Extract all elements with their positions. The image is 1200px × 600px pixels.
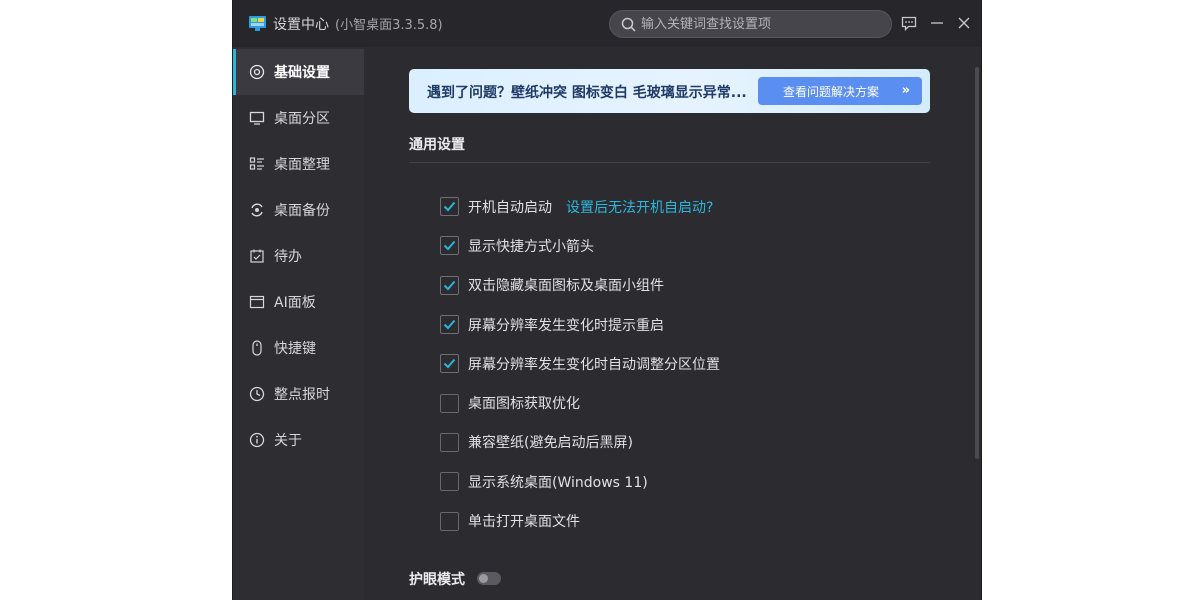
sidebar-item-label: 桌面分区 (274, 111, 330, 127)
divider (409, 162, 930, 163)
checkbox-unchecked[interactable] (440, 472, 459, 492)
option-label: 兼容壁纸(避免启动后黑屏) (468, 435, 633, 452)
general-options-list: 开机自动启动 设置后无法开机自启动? 显示快捷方式小箭头 双击隐藏桌面图标及桌面… (440, 187, 720, 541)
option-label: 单击打开桌面文件 (468, 514, 580, 531)
checkbox-checked[interactable] (440, 236, 459, 256)
option-show-shortcut-arrow[interactable]: 显示快捷方式小箭头 (440, 226, 720, 265)
backup-icon (251, 203, 263, 217)
section-title-general: 通用设置 (409, 137, 465, 153)
option-label: 显示快捷方式小箭头 (468, 238, 594, 255)
close-icon[interactable] (955, 14, 973, 32)
app-version: (小智桌面3.3.5.8) (335, 18, 443, 33)
sidebar-item-about[interactable]: 关于 (233, 417, 364, 463)
option-label: 屏幕分辨率发生变化时提示重启 (468, 317, 664, 334)
option-auto-start[interactable]: 开机自动启动 设置后无法开机自启动? (440, 187, 720, 226)
organize-list-icon (249, 157, 264, 170)
checkmark-icon (443, 319, 456, 330)
sidebar-item-label: 整点报时 (274, 387, 330, 403)
settings-circle-icon (249, 64, 265, 80)
checkbox-checked[interactable] (440, 315, 459, 335)
panel-icon (249, 295, 265, 309)
sidebar-item-label: 桌面整理 (274, 157, 330, 173)
sidebar-item-hourly-chime[interactable]: 整点报时 (233, 371, 364, 417)
checkbox-unchecked[interactable] (440, 432, 459, 452)
sidebar-item-todo[interactable]: 待办 (233, 233, 364, 279)
checkbox-checked[interactable] (440, 275, 459, 295)
settings-window: 设置中心 (小智桌面3.3.5.8) 基础设置 (232, 0, 982, 600)
banner-text: 遇到了问题？壁纸冲突 图标变白 毛玻璃显示异常... (427, 85, 747, 101)
option-label: 屏幕分辨率发生变化时自动调整分区位置 (468, 356, 720, 373)
search-box[interactable] (609, 10, 892, 38)
option-label: 桌面图标获取优化 (468, 396, 580, 413)
calendar-check-icon (250, 249, 264, 263)
option-double-click-hide[interactable]: 双击隐藏桌面图标及桌面小组件 (440, 266, 720, 305)
checkmark-icon (443, 359, 456, 369)
sidebar-item-basic-settings[interactable]: 基础设置 (233, 49, 364, 95)
option-label: 显示系统桌面(Windows 11) (468, 474, 648, 491)
sidebar-item-label: 待办 (274, 249, 302, 265)
window-title: 设置中心 (小智桌面3.3.5.8) (273, 14, 443, 34)
app-logo-icon (249, 16, 266, 31)
option-single-click-open[interactable]: 单击打开桌面文件 (440, 501, 720, 540)
checkbox-checked[interactable] (440, 354, 459, 374)
info-icon (249, 432, 265, 448)
option-wallpaper-compat[interactable]: 兼容壁纸(避免启动后黑屏) (440, 423, 720, 462)
checkmark-icon (443, 280, 456, 291)
checkmark-icon (443, 241, 456, 251)
toggle-knob (479, 574, 488, 583)
option-show-system-desktop[interactable]: 显示系统桌面(Windows 11) (440, 462, 720, 501)
sidebar-item-ai-panel[interactable]: AI面板 (233, 279, 364, 325)
monitor-icon (249, 111, 265, 125)
title-bar: 设置中心 (小智桌面3.3.5.8) (233, 0, 981, 47)
option-label: 双击隐藏桌面图标及桌面小组件 (468, 278, 664, 295)
minimize-icon[interactable] (928, 14, 946, 32)
sidebar-item-label: 基础设置 (274, 65, 330, 81)
section-title-eye-mode: 护眼模式 (409, 572, 465, 588)
mouse-icon (252, 340, 262, 356)
eye-mode-toggle[interactable] (477, 572, 501, 585)
help-banner: 遇到了问题？壁纸冲突 图标变白 毛玻璃显示异常... 查看问题解决方案 » (409, 69, 930, 113)
option-resolution-restart-prompt[interactable]: 屏幕分辨率发生变化时提示重启 (440, 305, 720, 344)
main-content: 遇到了问题？壁纸冲突 图标变白 毛玻璃显示异常... 查看问题解决方案 » 通用… (365, 47, 981, 600)
option-icon-fetch-optimize[interactable]: 桌面图标获取优化 (440, 383, 720, 422)
option-resolution-auto-adjust[interactable]: 屏幕分辨率发生变化时自动调整分区位置 (440, 344, 720, 383)
checkbox-unchecked[interactable] (440, 393, 459, 413)
sidebar-item-label: 快捷键 (274, 341, 316, 357)
sidebar-item-label: 桌面备份 (274, 203, 330, 219)
checkbox-unchecked[interactable] (440, 511, 459, 531)
sidebar-item-desktop-partition[interactable]: 桌面分区 (233, 95, 364, 141)
view-solutions-button[interactable]: 查看问题解决方案 » (758, 77, 922, 105)
sidebar-item-shortcuts[interactable]: 快捷键 (233, 325, 364, 371)
sidebar-item-label: 关于 (274, 433, 302, 449)
checkmark-icon (443, 201, 456, 212)
search-input[interactable] (641, 11, 881, 37)
sidebar: 基础设置 桌面分区 桌面整理 桌面备份 待办 AI面板 快捷键 整点报时 关于 (233, 47, 364, 600)
banner-button-label: 查看问题解决方案 (783, 84, 880, 99)
sidebar-item-desktop-backup[interactable]: 桌面备份 (233, 187, 364, 233)
clock-icon (249, 386, 265, 402)
window-title-text: 设置中心 (273, 17, 329, 33)
option-label: 开机自动启动 (468, 199, 552, 216)
sidebar-item-desktop-organize[interactable]: 桌面整理 (233, 141, 364, 187)
checkbox-checked[interactable] (440, 197, 459, 217)
auto-start-help-link[interactable]: 设置后无法开机自启动? (566, 197, 713, 217)
vertical-scrollbar[interactable] (975, 67, 979, 459)
sidebar-item-label: AI面板 (274, 295, 316, 311)
double-chevron-right-icon: » (901, 83, 910, 98)
search-icon (621, 17, 636, 32)
feedback-icon[interactable] (900, 14, 918, 32)
